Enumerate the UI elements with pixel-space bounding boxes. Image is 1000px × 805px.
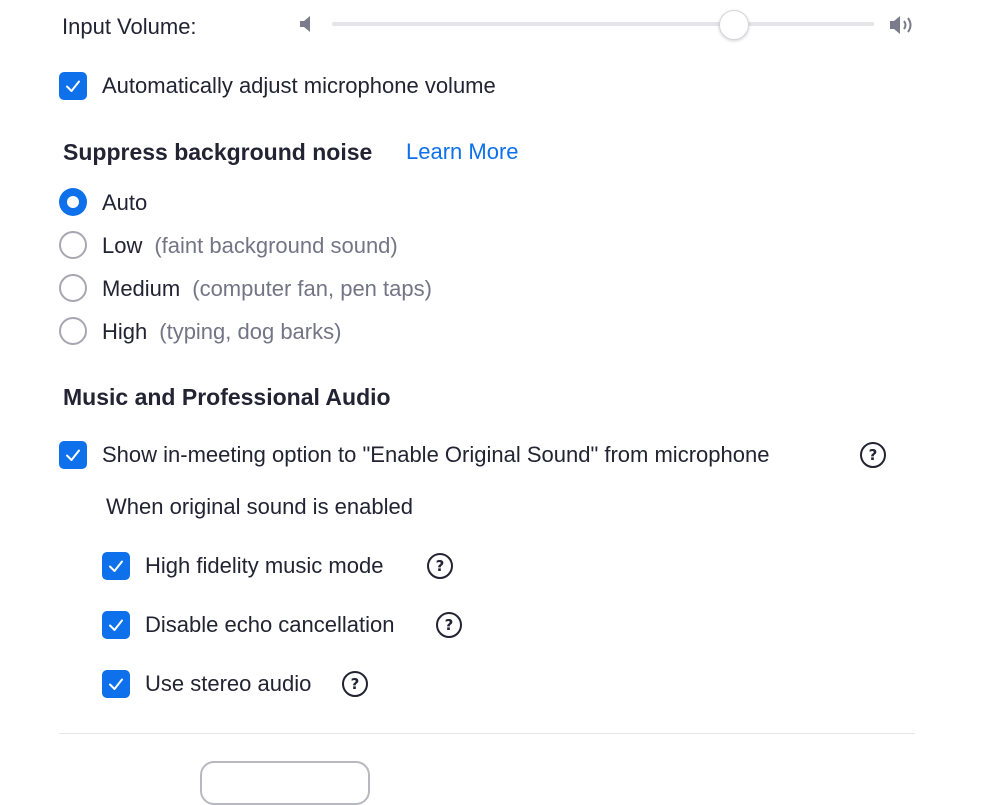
radio-low[interactable] bbox=[59, 231, 87, 259]
option-label: Auto bbox=[102, 190, 148, 215]
input-volume-label: Input Volume: bbox=[62, 14, 197, 39]
help-icon[interactable]: ? bbox=[860, 442, 886, 468]
checkmark-icon bbox=[66, 80, 80, 92]
auto-adjust-label: Automatically adjust microphone volume bbox=[102, 73, 496, 98]
speaker-low-icon[interactable] bbox=[298, 14, 316, 34]
radio-auto[interactable] bbox=[59, 188, 87, 216]
help-icon[interactable]: ? bbox=[342, 671, 368, 697]
bottom-button[interactable] bbox=[200, 761, 370, 805]
stereo-audio-checkbox[interactable] bbox=[102, 670, 130, 698]
show-original-sound-checkbox[interactable] bbox=[59, 441, 87, 469]
help-icon[interactable]: ? bbox=[427, 553, 453, 579]
radio-high[interactable] bbox=[59, 317, 87, 345]
music-audio-heading: Music and Professional Audio bbox=[63, 384, 391, 410]
speaker-high-icon[interactable] bbox=[888, 13, 918, 37]
input-volume-slider-track[interactable] bbox=[332, 22, 874, 26]
help-icon[interactable]: ? bbox=[436, 612, 462, 638]
checkmark-icon bbox=[109, 560, 123, 572]
radio-auto-label: Auto bbox=[102, 189, 147, 217]
radio-high-label: High (typing, dog barks) bbox=[102, 318, 341, 346]
radio-medium[interactable] bbox=[59, 274, 87, 302]
disable-echo-label: Disable echo cancellation bbox=[145, 612, 395, 637]
section-divider bbox=[59, 733, 915, 734]
option-label: Low bbox=[102, 233, 143, 258]
checkmark-icon bbox=[66, 449, 80, 461]
checkmark-icon bbox=[109, 678, 123, 690]
show-original-sound-label: Show in-meeting option to "Enable Origin… bbox=[102, 442, 770, 467]
checkmark-icon bbox=[109, 619, 123, 631]
option-description: (computer fan, pen taps) bbox=[192, 276, 432, 301]
suppress-noise-heading: Suppress background noise bbox=[63, 139, 373, 165]
disable-echo-checkbox[interactable] bbox=[102, 611, 130, 639]
learn-more-link[interactable]: Learn More bbox=[406, 138, 519, 166]
option-description: (typing, dog barks) bbox=[159, 319, 342, 344]
option-label: High bbox=[102, 319, 148, 344]
option-description: (faint background sound) bbox=[154, 233, 398, 258]
radio-low-label: Low (faint background sound) bbox=[102, 232, 398, 260]
auto-adjust-checkbox[interactable] bbox=[59, 72, 87, 100]
high-fidelity-checkbox[interactable] bbox=[102, 552, 130, 580]
radio-selected-dot bbox=[67, 196, 79, 208]
radio-medium-label: Medium (computer fan, pen taps) bbox=[102, 275, 432, 303]
option-label: Medium bbox=[102, 276, 181, 301]
input-volume-slider-thumb[interactable] bbox=[719, 10, 750, 40]
original-sound-subheading: When original sound is enabled bbox=[106, 494, 413, 519]
high-fidelity-label: High fidelity music mode bbox=[145, 553, 384, 578]
stereo-audio-label: Use stereo audio bbox=[145, 671, 312, 696]
